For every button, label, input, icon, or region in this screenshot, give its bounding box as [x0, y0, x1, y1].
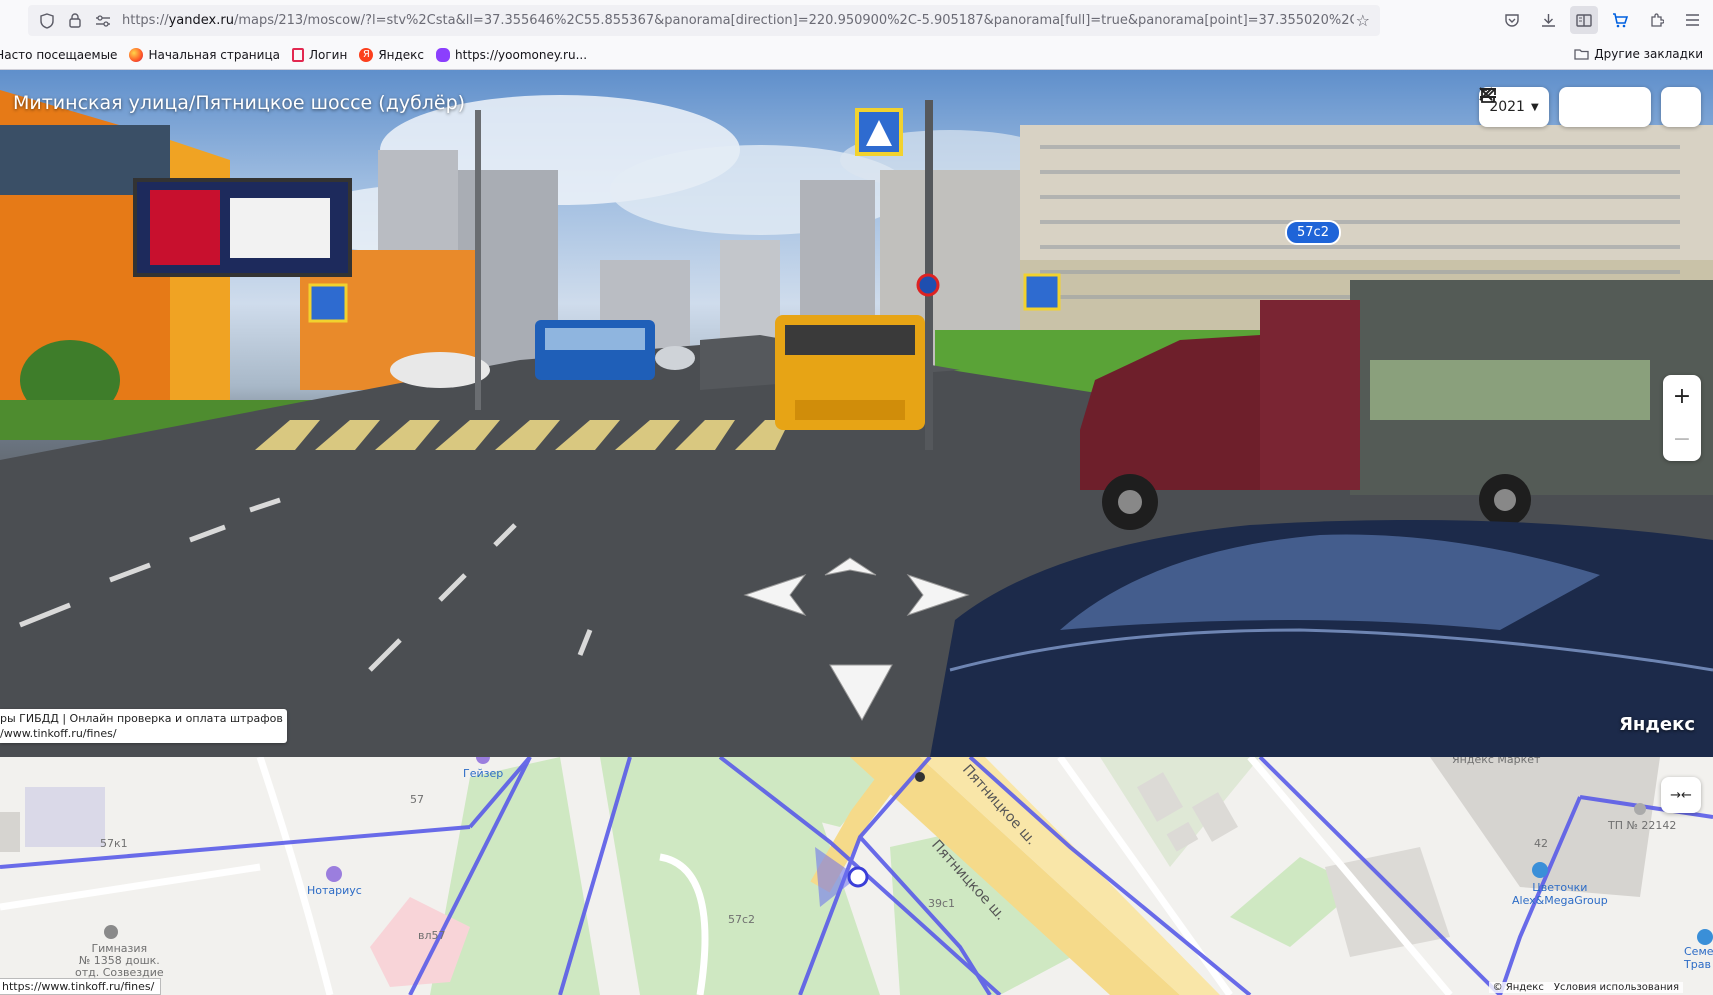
link-tooltip-url: /www.tinkoff.ru/fines/	[0, 727, 117, 740]
poi-substation[interactable]: ТП № 22142	[1608, 819, 1676, 832]
other-bookmarks[interactable]: Другие закладки	[1574, 47, 1703, 61]
panorama-view[interactable]: Митинская улица/Пятницкое шоссе (дублёр)…	[0, 70, 1713, 757]
poi-gymnasium[interactable]: Гимназия № 1358 дошк. отд. Созвездие	[75, 943, 164, 979]
bookmark-label: https://yoomoney.ru...	[455, 47, 588, 62]
bookmark-yandex[interactable]: Я Яндекс	[359, 47, 425, 62]
yandex-logo: Яндекс	[1619, 714, 1695, 735]
poi-flowers[interactable]: Цветочки Alex&MegaGroup	[1512, 881, 1608, 907]
poi-flowers-line: Цветочки	[1532, 881, 1588, 894]
bookmark-label: Начальная страница	[148, 47, 280, 62]
poi-market[interactable]: Яндекс Маркет	[1452, 757, 1540, 766]
building-57c2: 57с2	[728, 913, 756, 926]
building-57: 57	[410, 793, 424, 806]
poi-flowers-line: Alex&MegaGroup	[1512, 894, 1608, 907]
extensions-icon[interactable]	[1642, 6, 1670, 34]
lock-icon[interactable]	[66, 12, 84, 30]
bookmark-home[interactable]: Начальная страница	[129, 47, 280, 62]
mini-map[interactable]: Гейзер 57 57к1 Нотариус Гимназия № 1358 …	[0, 757, 1713, 995]
bookmarks-toolbar: Часто посещаемые Начальная страница Логи…	[0, 40, 1713, 70]
collapse-map-button[interactable]: →←	[1661, 777, 1701, 813]
toolbar: https://yandex.ru/maps/213/moscow/?l=stv…	[0, 0, 1713, 40]
map-copyright: © Яндекс	[1492, 982, 1544, 993]
url-path: /maps/213/moscow/?l=stv%2Csta&ll=37.3556…	[233, 13, 1354, 28]
page-icon	[291, 47, 304, 62]
cart-icon[interactable]	[1606, 6, 1634, 34]
menu-icon[interactable]	[1678, 6, 1706, 34]
browser-window: https://yandex.ru/maps/213/moscow/?l=stv…	[0, 0, 1713, 995]
bookmark-login[interactable]: Логин	[291, 47, 348, 62]
toolbar-icons	[1498, 6, 1706, 34]
map-footer: © Яндекс Условия использования	[1488, 982, 1683, 993]
poi-seeds[interactable]: Семе Трав	[1684, 945, 1713, 971]
close-panorama-button[interactable]	[1479, 87, 1701, 127]
yandex-icon: Я	[359, 47, 374, 62]
close-icon	[1479, 87, 1493, 101]
caret-down-icon: ▼	[1530, 101, 1539, 113]
panorama-scene	[0, 90, 1713, 757]
status-bar-url: https://www.tinkoff.ru/fines/	[0, 978, 162, 995]
zoom-in-button[interactable]: +	[1673, 384, 1691, 409]
yoomoney-icon	[436, 47, 451, 62]
link-tooltip: ры ГИБДД | Онлайн проверка и оплата штра…	[0, 709, 287, 743]
link-tooltip-title: ры ГИБДД | Онлайн проверка и оплата штра…	[0, 712, 283, 725]
permissions-icon[interactable]	[94, 12, 112, 30]
poi-notary[interactable]: Нотариус	[307, 884, 362, 897]
bookmark-frequent[interactable]: Часто посещаемые	[0, 48, 117, 62]
map-canvas	[0, 757, 1713, 995]
url-prefix: https://	[122, 13, 169, 28]
bookmark-yoomoney[interactable]: https://yoomoney.ru...	[436, 47, 588, 62]
zoom-control: + −	[1663, 375, 1701, 461]
shield-icon[interactable]	[38, 12, 56, 30]
house-number-tag[interactable]: 57с2	[1285, 220, 1341, 245]
pocket-icon[interactable]	[1498, 6, 1526, 34]
other-bookmarks-label: Другие закладки	[1594, 47, 1703, 61]
url-domain: yandex.ru	[168, 13, 234, 28]
collapse-arrows-icon: →←	[1670, 787, 1692, 803]
poi-geyser[interactable]: Гейзер	[463, 767, 503, 780]
url-text[interactable]: https://yandex.ru/maps/213/moscow/?l=stv…	[122, 13, 1354, 28]
bookmark-label: Яндекс	[378, 47, 425, 62]
folder-icon	[1574, 49, 1589, 60]
download-icon[interactable]	[1534, 6, 1562, 34]
poi-seeds-line: Семе	[1684, 945, 1713, 958]
bookmark-star-icon[interactable]: ☆	[1356, 11, 1370, 30]
building-57k1: 57к1	[100, 837, 128, 850]
panorama-title: Митинская улица/Пятницкое шоссе (дублёр)	[13, 92, 466, 114]
share-menu-group	[1480, 87, 1651, 127]
reader-view-icon[interactable]	[1570, 6, 1598, 34]
zoom-out-button[interactable]: −	[1673, 427, 1691, 452]
building-42: 42	[1534, 837, 1548, 850]
poi-seeds-line: Трав	[1684, 958, 1711, 971]
panorama-controls: 2021 ▼	[1479, 87, 1713, 127]
firefox-icon	[129, 47, 144, 62]
address-bar[interactable]: https://yandex.ru/maps/213/moscow/?l=stv…	[28, 5, 1380, 36]
map-terms-link[interactable]: Условия использования	[1554, 982, 1679, 993]
bookmark-label: Логин	[308, 47, 348, 62]
bookmark-label: Часто посещаемые	[0, 47, 118, 62]
building-vl57: вл57	[418, 929, 446, 942]
building-39c1: 39с1	[928, 897, 956, 910]
